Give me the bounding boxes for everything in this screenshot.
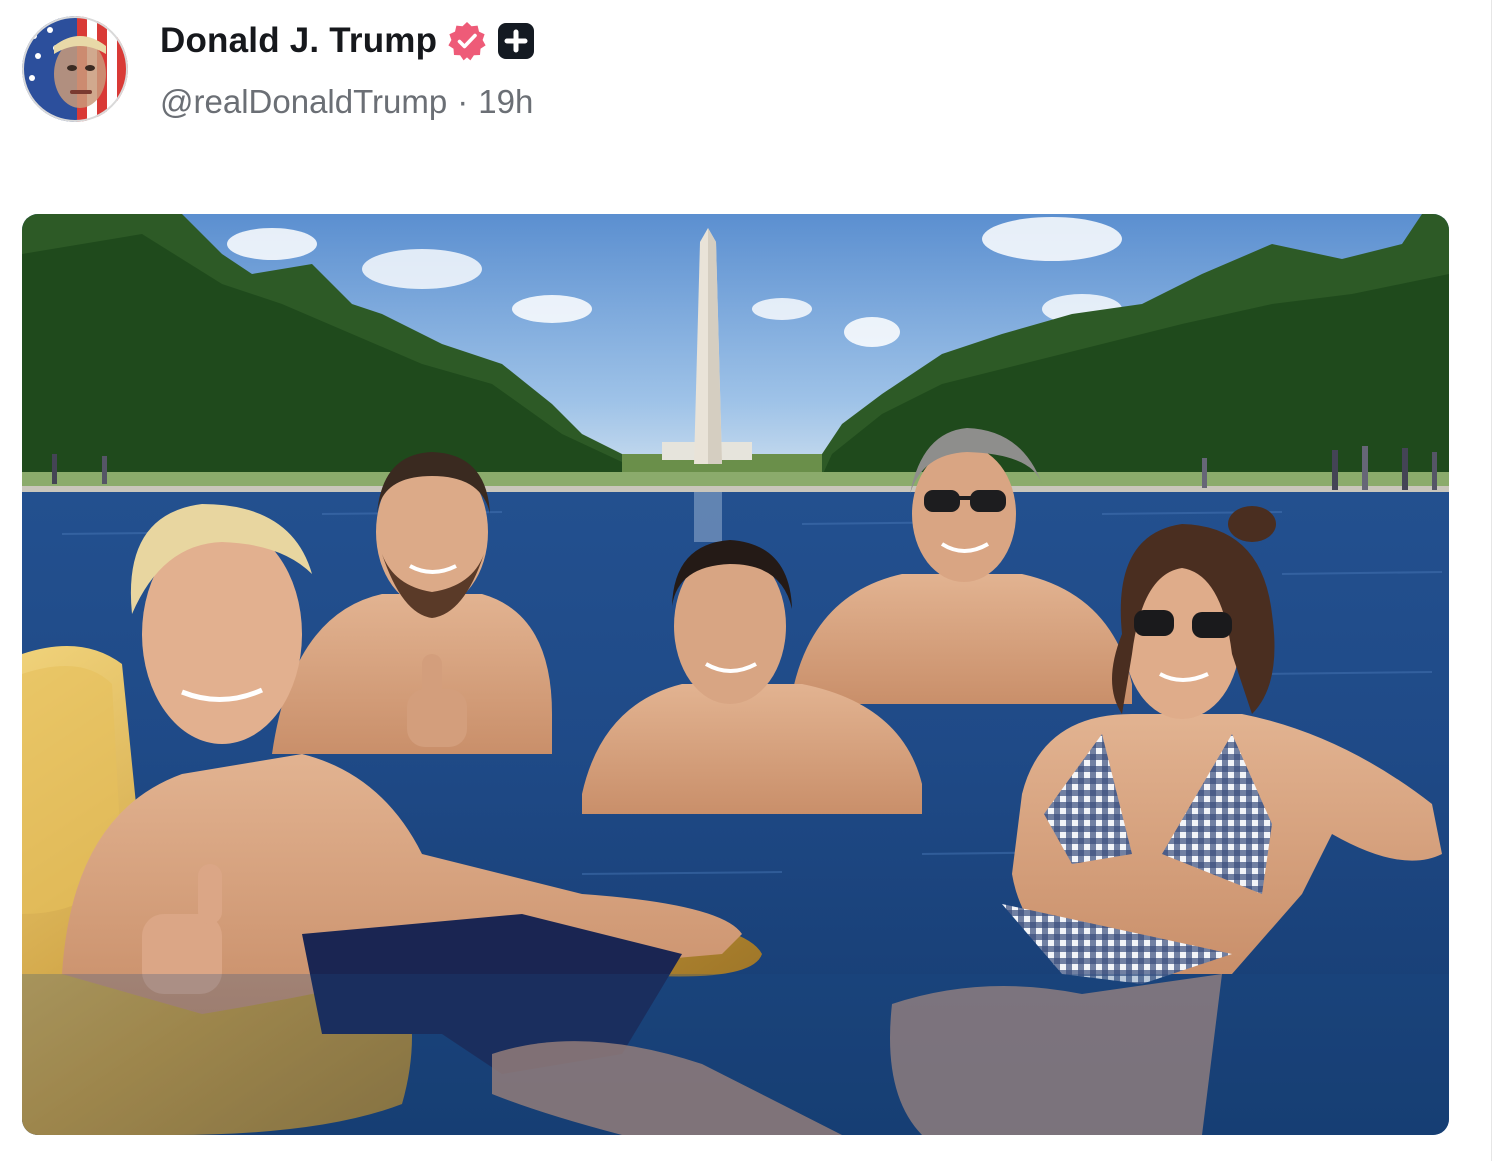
post-media-photo[interactable]	[22, 214, 1449, 1135]
author-display-name[interactable]: Donald J. Trump	[160, 21, 437, 61]
author-avatar[interactable]	[22, 16, 128, 122]
verified-badge-icon	[447, 21, 487, 61]
plus-badge-icon	[497, 22, 535, 60]
meta-separator: ·	[457, 83, 469, 120]
post-card: Donald J. Trump @realDonaldTrump · 19h	[0, 0, 1495, 1161]
author-handle[interactable]: @realDonaldTrump	[160, 83, 447, 121]
post-timestamp[interactable]: 19h	[478, 83, 533, 121]
column-divider	[1491, 0, 1492, 1161]
author-name-row: Donald J. Trump	[160, 18, 535, 64]
author-meta-row: @realDonaldTrump · 19h	[160, 80, 533, 124]
